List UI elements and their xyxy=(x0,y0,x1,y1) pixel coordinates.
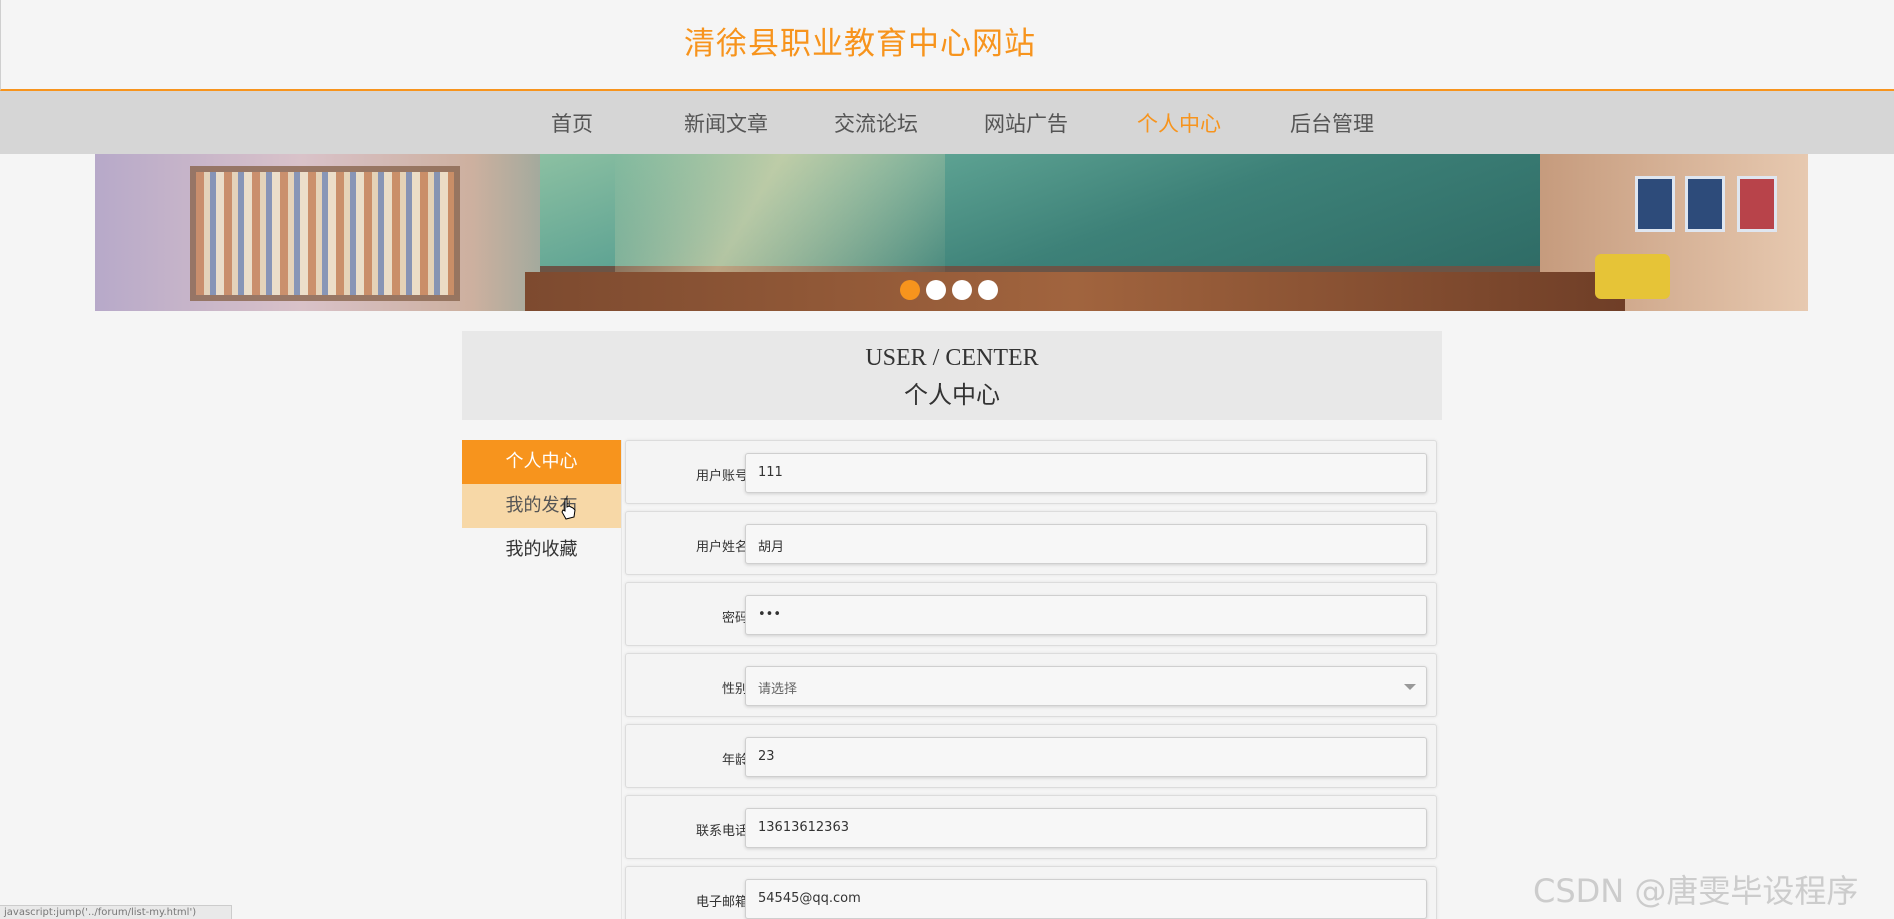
nav-item-news[interactable]: 新闻文章 xyxy=(684,108,768,138)
form-row-age: 年龄 23 xyxy=(625,724,1437,788)
site-header: 清徐县职业教育中心网站 xyxy=(0,0,1894,91)
banner-bucket xyxy=(1595,254,1670,299)
age-input[interactable]: 23 xyxy=(745,737,1427,777)
gender-select[interactable]: 请选择 xyxy=(745,666,1427,706)
nav-item-admin[interactable]: 后台管理 xyxy=(1290,108,1374,138)
site-title[interactable]: 清徐县职业教育中心网站 xyxy=(684,18,1036,63)
form-row-name: 用户姓名 胡月 xyxy=(625,511,1437,575)
carousel-dot[interactable] xyxy=(952,280,972,300)
banner-poster xyxy=(1685,176,1725,232)
chevron-down-icon xyxy=(1404,684,1416,690)
field-label: 电子邮箱 xyxy=(695,895,748,910)
nav-item-home[interactable]: 首页 xyxy=(551,108,593,138)
banner-poster xyxy=(1635,176,1675,232)
gender-select-value: 请选择 xyxy=(758,682,798,697)
password-input[interactable]: ••• xyxy=(745,595,1427,635)
username-input[interactable]: 111 xyxy=(745,453,1427,493)
sidebar-item-my-posts[interactable]: 我的发布 xyxy=(462,484,621,528)
email-input[interactable]: 54545@qq.com xyxy=(745,879,1427,919)
phone-input[interactable]: 13613612363 xyxy=(745,808,1427,848)
carousel-dot[interactable] xyxy=(926,280,946,300)
sidebar-item-profile[interactable]: 个人中心 xyxy=(462,440,621,484)
field-label: 用户姓名 xyxy=(695,540,748,555)
user-center-header: USER / CENTER 个人中心 xyxy=(462,331,1442,420)
banner-poster xyxy=(1737,176,1777,232)
nav-item-ads[interactable]: 网站广告 xyxy=(984,108,1068,138)
form-row-username: 用户账号 111 xyxy=(625,440,1437,504)
name-input[interactable]: 胡月 xyxy=(745,524,1427,564)
browser-status-bar: javascript:jump('../forum/list-my.html') xyxy=(0,905,232,919)
form-row-password: 密码 ••• xyxy=(625,582,1437,646)
banner-bookshelf xyxy=(190,166,460,301)
nav-item-forum[interactable]: 交流论坛 xyxy=(834,108,918,138)
carousel-dot[interactable] xyxy=(900,280,920,300)
main-nav: 首页 新闻文章 交流论坛 网站广告 个人中心 后台管理 xyxy=(0,91,1894,154)
user-sidebar: 个人中心 我的发布 我的收藏 xyxy=(462,440,622,919)
carousel-dot[interactable] xyxy=(978,280,998,300)
form-row-email: 电子邮箱 54545@qq.com xyxy=(625,866,1437,919)
header-title-cn: 个人中心 xyxy=(904,381,1000,409)
nav-item-user-center[interactable]: 个人中心 xyxy=(1137,108,1221,138)
sidebar-item-favorites[interactable]: 我的收藏 xyxy=(462,528,621,572)
profile-form: 用户账号 111 用户姓名 胡月 密码 ••• 性别 请选择 年龄 23 联系电… xyxy=(623,440,1439,919)
watermark: CSDN @唐雯毕设程序 xyxy=(1533,872,1859,910)
form-row-gender: 性别 请选择 xyxy=(625,653,1437,717)
field-label: 联系电话 xyxy=(695,824,748,839)
field-label: 用户账号 xyxy=(695,469,748,484)
header-title-en: USER / CENTER xyxy=(865,345,1039,371)
carousel-dots xyxy=(900,280,998,300)
form-row-phone: 联系电话 13613612363 xyxy=(625,795,1437,859)
hand-cursor-icon xyxy=(561,498,576,520)
banner-desk xyxy=(525,272,1625,311)
